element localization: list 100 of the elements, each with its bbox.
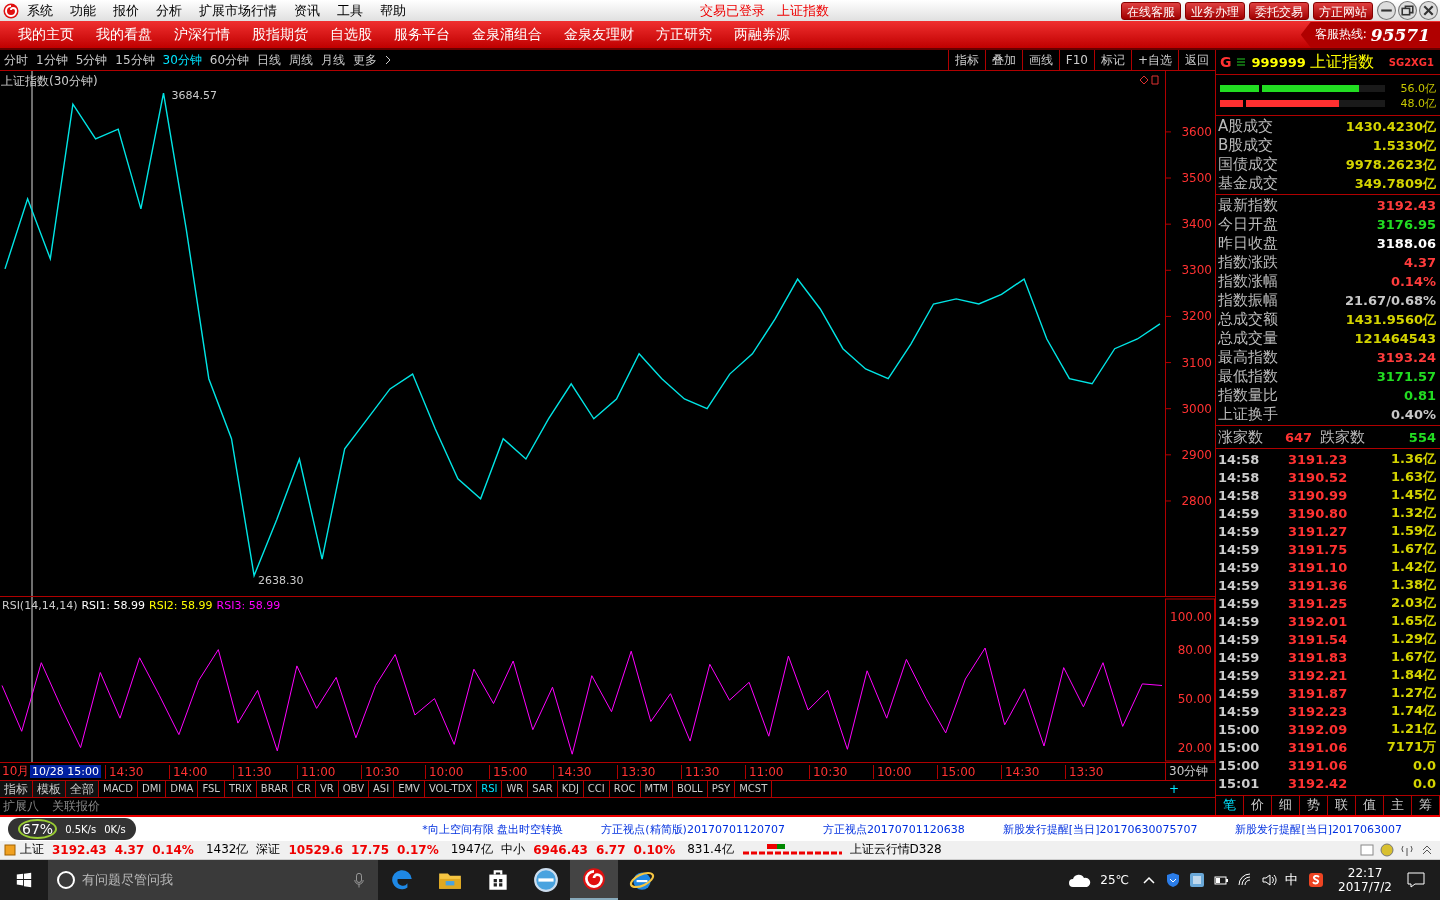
indicator-tab[interactable]: BRAR <box>256 781 293 798</box>
indicator-tab[interactable]: FSL <box>198 781 225 798</box>
menu-item[interactable]: 系统 <box>27 1 53 20</box>
nav-item[interactable]: 我的主页 <box>18 25 74 44</box>
news-headline[interactable]: 新股发行提醒[当日]2017063007 <box>1235 821 1402 837</box>
chart-tool-button[interactable]: +自选 <box>1130 50 1178 71</box>
nav-item[interactable]: 我的看盘 <box>96 25 152 44</box>
indicator-tab[interactable]: OBV <box>338 781 369 798</box>
period-tab[interactable]: 60分钟 <box>209 51 250 69</box>
speaker-icon[interactable] <box>1261 872 1278 888</box>
indicator-tab[interactable]: 模板 <box>33 781 66 798</box>
time-axis-label: 10:30 <box>360 764 425 779</box>
nav-item[interactable]: 金泉涌组合 <box>472 25 542 44</box>
nav-item[interactable]: 服务平台 <box>394 25 450 44</box>
cloud-icon[interactable] <box>1068 872 1093 888</box>
header-button[interactable]: 方正网站 <box>1313 1 1373 20</box>
indicator-tab[interactable]: CCI <box>583 781 610 798</box>
news-headline[interactable]: 新股发行提醒[当日]20170630075707 <box>1002 821 1198 837</box>
taskbar-app[interactable] <box>570 860 618 900</box>
news-headline[interactable]: *向上空间有限 盘出时空转换 <box>422 821 564 837</box>
more-link[interactable]: 更多 <box>353 51 378 69</box>
chart-tool-button[interactable]: 叠加 <box>984 50 1022 71</box>
extension-tab[interactable]: 关联报价 <box>49 798 100 816</box>
chart-tool-button[interactable]: 画线 <box>1021 50 1059 71</box>
indicator-tab[interactable]: CR <box>293 781 316 798</box>
indicator-tab[interactable]: 指标 <box>0 781 33 798</box>
indicator-tab[interactable]: PSY <box>707 781 736 798</box>
windows-start-icon[interactable] <box>15 871 33 889</box>
menu-icon[interactable] <box>1235 57 1246 68</box>
indicator-tab[interactable]: DMA <box>166 781 199 798</box>
input-method-indicator[interactable]: 中 <box>1285 871 1299 889</box>
stat-label: 总成交量 <box>1218 329 1278 349</box>
header-button[interactable]: 委托交易 <box>1249 1 1309 20</box>
period-tab[interactable]: 分时 <box>4 51 28 69</box>
period-tab[interactable]: 1分钟 <box>36 51 68 69</box>
period-tab[interactable]: 日线 <box>257 51 282 69</box>
microphone-icon[interactable] <box>354 871 364 889</box>
weather-temperature[interactable]: 25℃ <box>1100 873 1130 887</box>
indicator-tab[interactable]: VR <box>315 781 339 798</box>
minimize-icon[interactable] <box>1377 1 1396 21</box>
menu-item[interactable]: 资讯 <box>294 1 320 20</box>
menu-item[interactable]: 报价 <box>113 1 139 20</box>
chart-tool-button[interactable]: 返回 <box>1178 50 1215 71</box>
news-headline[interactable]: 方正视点(精简版)20170701120707 <box>601 821 785 837</box>
tick-price: 3191.36 <box>1288 577 1349 593</box>
period-tab[interactable]: 月线 <box>321 51 346 69</box>
indicator-tab[interactable]: 全部 <box>66 781 99 798</box>
period-tab[interactable]: 30分钟 <box>162 51 202 69</box>
advancers-label: 涨家数 <box>1218 427 1263 447</box>
news-headline[interactable]: 方正视点20170701120638 <box>822 821 965 837</box>
indicator-tab[interactable]: MCST <box>735 781 773 798</box>
tick-price: 3190.80 <box>1288 505 1349 521</box>
nav-item[interactable]: 两融券源 <box>734 25 790 44</box>
index-name: 上证 <box>20 841 44 859</box>
nav-item[interactable]: 股指期货 <box>252 25 308 44</box>
clock-time[interactable]: 22:17 <box>1347 866 1383 880</box>
indicator-tab[interactable]: SAR <box>528 781 558 798</box>
coin-icon[interactable] <box>1380 842 1394 857</box>
nav-item[interactable]: 方正研究 <box>656 25 712 44</box>
period-tab[interactable]: 周线 <box>289 51 314 69</box>
indicator-tab[interactable]: MACD <box>99 781 138 798</box>
menu-item[interactable]: 分析 <box>156 1 182 20</box>
indicator-tab[interactable]: DMI <box>138 781 167 798</box>
period-tab[interactable]: 15分钟 <box>115 51 155 69</box>
header-button[interactable]: 在线客服 <box>1121 1 1181 20</box>
chevron-right-icon[interactable] <box>385 55 392 66</box>
indicator-tab[interactable]: RSI <box>477 781 503 798</box>
tick-time: 14:59 <box>1218 559 1261 575</box>
restore-icon[interactable] <box>1398 1 1417 21</box>
clock-date[interactable]: 2017/7/2 <box>1338 880 1392 894</box>
input-method-app-icon[interactable] <box>1308 872 1325 888</box>
extension-tab[interactable]: 扩展八 <box>0 798 39 816</box>
menu-item[interactable]: 扩展市场行情 <box>199 1 277 20</box>
shield-icon[interactable] <box>1165 872 1182 888</box>
nav-item[interactable]: 自选股 <box>330 25 372 44</box>
indicator-tab[interactable]: ASI <box>369 781 395 798</box>
menu-item[interactable]: 帮助 <box>380 1 406 20</box>
menu-item[interactable]: 功能 <box>70 1 96 20</box>
indicator-tab[interactable]: TRIX <box>224 781 257 798</box>
nav-item[interactable]: 沪深行情 <box>174 25 230 44</box>
indicator-tab[interactable]: ROC <box>609 781 641 798</box>
indicator-tab[interactable]: KDJ <box>557 781 584 798</box>
indicator-tab[interactable]: MTM <box>640 781 673 798</box>
indicator-tab[interactable]: EMV <box>394 781 425 798</box>
chart-tool-button[interactable]: 指标 <box>947 50 985 71</box>
chart-tool-button[interactable]: F10 <box>1058 50 1094 71</box>
menu-item[interactable]: 工具 <box>337 1 363 20</box>
stat-label: 指数振幅 <box>1218 291 1278 311</box>
notification-icon[interactable] <box>1406 870 1426 890</box>
period-tab[interactable]: 5分钟 <box>75 51 108 69</box>
nav-item[interactable]: 金泉友理财 <box>564 25 634 44</box>
search-field[interactable]: 有问题尽管问我 <box>48 860 378 900</box>
close-icon[interactable] <box>1419 1 1438 21</box>
indicator-tab[interactable]: BOLL <box>672 781 708 798</box>
indicator-tab[interactable]: VOL-TDX <box>424 781 478 798</box>
app-tray-icon[interactable] <box>1189 872 1206 888</box>
header-button[interactable]: 业务办理 <box>1185 1 1245 20</box>
indicator-tab[interactable]: WR <box>502 781 529 798</box>
add-indicator-button[interactable]: + <box>1169 782 1215 797</box>
chart-tool-button[interactable]: 标记 <box>1093 50 1131 71</box>
